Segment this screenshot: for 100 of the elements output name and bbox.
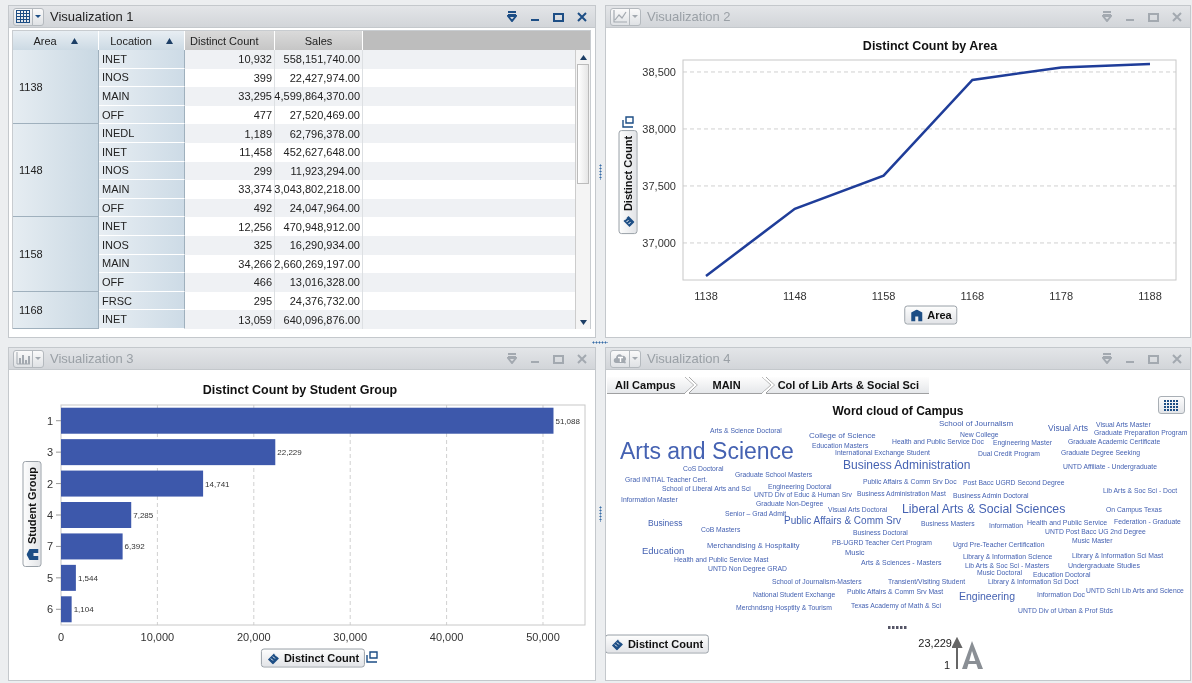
table-cell: 466	[185, 273, 275, 292]
cloud-word[interactable]: Visual Arts	[1048, 424, 1088, 433]
cloud-word[interactable]: Liberal Arts & Social Sciences	[902, 503, 1066, 516]
close-icon[interactable]	[577, 11, 587, 22]
table-icon	[1164, 399, 1179, 411]
caret-icon	[632, 15, 638, 18]
row-header: 1168	[13, 291, 99, 329]
cloud-word[interactable]: Arts and Science	[620, 440, 794, 464]
chart-title: Distinct Count by Student Group	[202, 383, 398, 397]
tick-label: 5	[46, 571, 53, 584]
tick-label: 0	[57, 631, 65, 643]
tick-label: 38,500	[642, 65, 676, 78]
table-cell: 62,796,378.00	[275, 124, 363, 143]
font-size-icon	[952, 637, 984, 669]
chart-title: Word cloud of Campus	[831, 404, 965, 418]
panel-title: Visualization 1	[50, 9, 134, 24]
table-cell: 24,376,732.00	[275, 291, 363, 311]
row-header: MAIN	[99, 87, 185, 106]
cloud-word[interactable]: College of Science	[809, 431, 876, 440]
table-cell: 11,458	[185, 142, 275, 162]
cloud-word[interactable]: Education	[642, 545, 685, 556]
column-header[interactable]: Sales	[275, 31, 363, 50]
column-header[interactable]: Area	[13, 31, 99, 50]
cloud-word[interactable]: School of Journalism	[939, 419, 1014, 428]
splitter-handle[interactable]	[599, 163, 602, 180]
cloud-word[interactable]: Public Affairs & Comm Srv	[784, 515, 902, 526]
table-cell: 33,374	[185, 180, 275, 199]
row-header: MAIN	[99, 180, 185, 199]
row-header: 1148	[13, 124, 99, 218]
panel-title: Visualization 3	[50, 351, 134, 366]
table-view-button[interactable]	[1158, 396, 1185, 414]
axis-role-button[interactable]: Distinct Count	[260, 648, 366, 668]
axis-role-button[interactable]: Distinct Count	[606, 634, 710, 654]
table-cell: 2,660,269,197.00	[275, 254, 363, 274]
panel-title: Visualization 4	[647, 351, 731, 366]
maximize-icon[interactable]	[553, 11, 564, 22]
data-label: 22,229	[277, 448, 302, 458]
sort-ascending-icon	[165, 37, 173, 44]
tick-label: 4	[46, 509, 53, 521]
visualization-type-button[interactable]	[13, 7, 44, 26]
legend-max-value: 23,229	[918, 637, 952, 649]
panel-title: Visualization 2	[647, 9, 731, 24]
column-header-label: Area	[33, 34, 57, 47]
table-cell: 33,295	[185, 87, 275, 106]
column-header-label: Location	[110, 34, 152, 47]
scroll-down-icon[interactable]	[579, 319, 587, 325]
table-cell: 640,096,876.00	[275, 310, 363, 329]
axis-role-button[interactable]: Distinct Count	[618, 129, 638, 235]
table-cell: 1,189	[185, 124, 275, 143]
data-label: 1,104	[73, 605, 94, 615]
data-label: 51,088	[555, 416, 580, 426]
data-label: 7,285	[133, 511, 154, 520]
pager-dots-icon[interactable]	[888, 626, 908, 629]
splitter-handle[interactable]	[591, 341, 608, 344]
table-cell: 13,016,328.00	[275, 273, 363, 292]
cloud-word[interactable]: Business Administration	[843, 459, 971, 472]
list-arrow-icon[interactable]	[507, 11, 517, 22]
tick-label: 50,000	[526, 631, 560, 643]
row-header: OFF	[99, 273, 185, 292]
pivot-icon[interactable]	[366, 651, 378, 663]
tick-label: 1148	[782, 290, 807, 302]
tick-label: 2	[46, 477, 53, 490]
axis-role-button[interactable]: Area	[904, 305, 958, 325]
tick-label: 1178	[1049, 290, 1074, 302]
tick-label: 37,500	[642, 179, 676, 192]
table-cell: 24,047,964.00	[275, 198, 363, 218]
scroll-up-icon[interactable]	[579, 55, 587, 60]
table-cell: 27,520,469.00	[275, 105, 363, 125]
table-cell: 34,266	[185, 254, 275, 274]
axis-role-button[interactable]: Student Group	[22, 461, 42, 567]
row-header: INEDL	[99, 124, 185, 143]
pivot-icon[interactable]	[622, 116, 634, 128]
table-cell: 11,923,294.00	[275, 161, 363, 181]
caret-icon	[35, 15, 41, 18]
category-icon	[26, 548, 39, 561]
category-icon	[910, 309, 924, 322]
line-chart-icon	[613, 10, 627, 23]
row-header: 1138	[13, 50, 99, 125]
table-cell: 10,932	[185, 50, 275, 69]
tick-label: 1	[46, 414, 53, 427]
row-header: INET	[99, 217, 185, 236]
sort-ascending-icon	[70, 37, 78, 44]
table-cell: 4,599,864,370.00	[275, 87, 363, 106]
row-header: INET	[99, 50, 185, 69]
cloud-word[interactable]: Engineering	[959, 591, 1016, 602]
vertical-scrollbar[interactable]	[575, 50, 590, 329]
column-header[interactable]: Location	[99, 31, 185, 50]
splitter-handle[interactable]	[599, 506, 602, 522]
breadcrumb-item[interactable]: All Campus	[607, 376, 694, 394]
table-cell: 399	[185, 68, 275, 88]
table-cell: 325	[185, 235, 275, 255]
bar-chart-icon	[16, 352, 30, 365]
table-cell: 22,427,974.00	[275, 68, 363, 88]
cloud-word[interactable]: Business	[648, 519, 683, 528]
tick-label: 1188	[1138, 290, 1162, 302]
caret-icon	[632, 357, 638, 360]
breadcrumb-item[interactable]: MAIN	[688, 376, 771, 394]
tick-label: 6	[46, 603, 53, 616]
breadcrumb-item[interactable]: Col of Lib Arts & Social Sci	[765, 376, 929, 394]
column-header[interactable]: Distinct Count	[185, 31, 275, 50]
